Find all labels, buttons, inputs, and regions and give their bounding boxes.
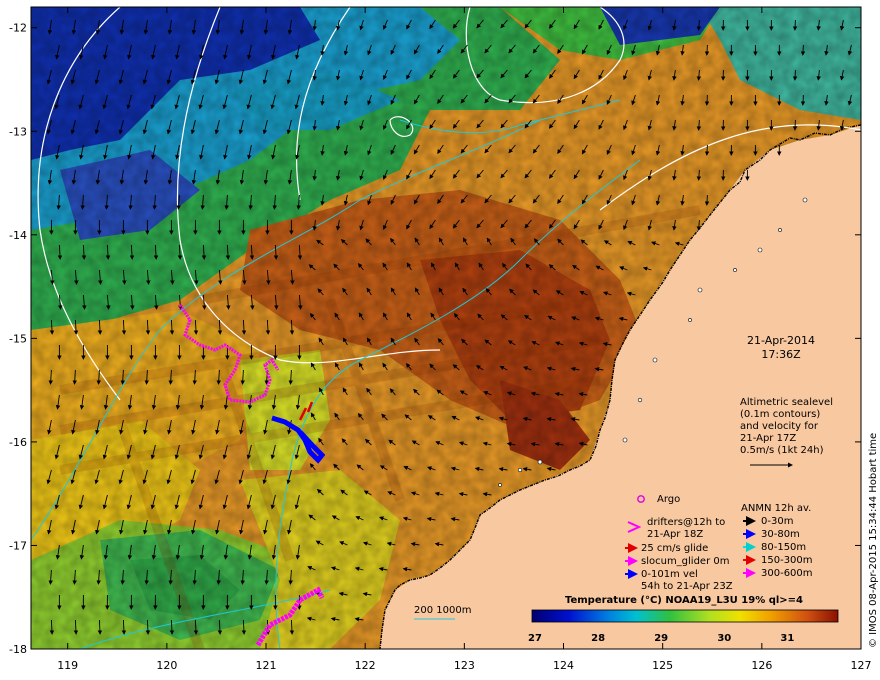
velocity-arrow — [800, 44, 806, 56]
slocum-label: slocum_glider 0m — [641, 556, 729, 567]
velocity-arrow — [792, 119, 798, 131]
y-tick-label: -15 — [9, 332, 27, 345]
drifters-label-1: drifters@12h to — [647, 517, 725, 528]
glide-label: 25 cm/s glide — [641, 543, 708, 554]
altimetry-line-3: and velocity for — [740, 421, 819, 432]
velocity-arrow — [704, 194, 710, 206]
x-tick-label: 121 — [256, 659, 277, 672]
velocity-arrow — [792, 19, 798, 31]
time-label: 17:36Z — [761, 348, 801, 361]
velocity-arrow — [704, 44, 710, 56]
y-tick-label: -17 — [9, 539, 27, 552]
anmn-item-label: 300-600m — [761, 568, 813, 579]
anmn-item-label: 150-300m — [761, 555, 813, 566]
colorbar-tick-label: 29 — [654, 633, 668, 644]
altimetry-line-1: Altimetric sealevel — [740, 397, 833, 408]
drifters-label-2: 21-Apr 18Z — [647, 529, 703, 540]
x-tick-label: 120 — [156, 659, 177, 672]
velocity-arrow — [704, 94, 710, 106]
y-tick-label: -13 — [9, 125, 27, 138]
x-tick-label: 122 — [355, 659, 376, 672]
altimetry-line-5: 0.5m/s (1kt 24h) — [740, 445, 824, 456]
vel-label-1: 0-101m vel — [641, 569, 698, 580]
y-tick-label: -16 — [9, 436, 27, 449]
credit-label: © IMOS 08-Apr-2015 15:34:44 Hobart time — [868, 433, 879, 648]
x-tick-label: 119 — [57, 659, 78, 672]
x-tick-label: 127 — [851, 659, 872, 672]
velocity-arrow — [704, 144, 710, 156]
x-tick-label: 126 — [751, 659, 772, 672]
altimetry-line-4: 21-Apr 17Z — [740, 433, 796, 444]
anmn-title: ANMN 12h av. — [741, 503, 811, 514]
colorbar-tick-label: 27 — [528, 633, 542, 644]
y-tick-label: -14 — [9, 229, 27, 242]
colorbar-ramp — [531, 609, 839, 623]
y-tick-label: -18 — [9, 643, 27, 656]
y-tick-label: -12 — [9, 22, 27, 35]
sst-map: 119 120 121 122 123 124 125 126 127 -12 -13 -14 -15… — [9, 6, 879, 672]
colorbar-tick-label: 30 — [717, 633, 731, 644]
colorbar-tick-label: 28 — [591, 633, 605, 644]
velocity-arrow — [800, 94, 806, 106]
sst-field — [31, 7, 861, 649]
velocity-arrow — [792, 69, 798, 81]
date-label: 21-Apr-2014 — [747, 334, 815, 347]
anmn-item-label: 30-80m — [761, 529, 800, 540]
x-tick-label: 123 — [454, 659, 475, 672]
colorbar-tick-label: 31 — [780, 633, 794, 644]
altimetry-line-2: (0.1m contours) — [740, 409, 820, 420]
argo-label: Argo — [657, 494, 680, 505]
x-tick-label: 125 — [652, 659, 673, 672]
colorbar-title: Temperature (°C) NOAA19_L3U 19% ql>=4 — [565, 595, 803, 606]
isobath-label: 200 1000m — [414, 605, 471, 616]
anmn-item-label: 80-150m — [761, 542, 806, 553]
x-tick-label: 124 — [553, 659, 574, 672]
anmn-item-label: 0-30m — [761, 516, 793, 527]
vel-label-2: 54h to 21-Apr 23Z — [641, 581, 733, 592]
